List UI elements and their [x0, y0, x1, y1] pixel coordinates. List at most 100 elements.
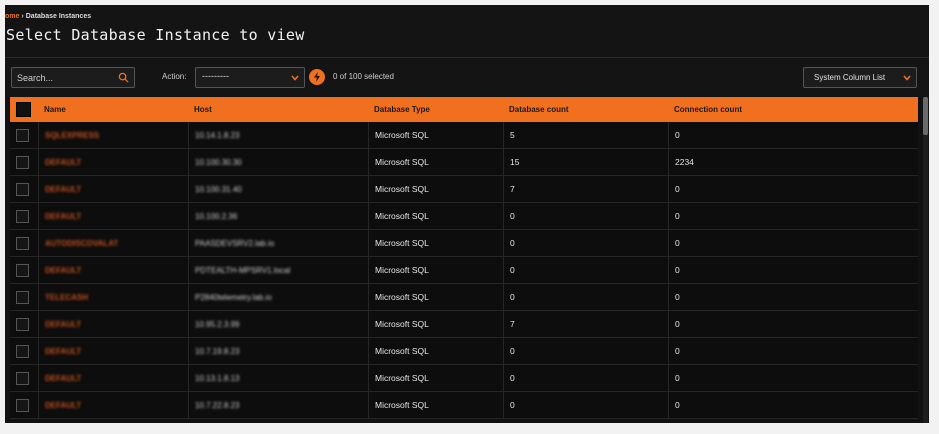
- row-checkbox[interactable]: [16, 155, 29, 169]
- cell-connection-count: 0: [668, 337, 908, 365]
- row-checkbox[interactable]: [16, 344, 29, 358]
- row-checkbox[interactable]: [16, 209, 29, 223]
- column-list-select[interactable]: System Column List: [803, 67, 917, 88]
- row-checkbox[interactable]: [16, 128, 29, 142]
- instance-host: 10.7.19.8.23: [195, 346, 240, 356]
- action-select-value: ---------: [202, 71, 229, 81]
- column-header-database-type[interactable]: Database Type: [368, 105, 503, 114]
- instance-name[interactable]: DEFAULT: [45, 347, 81, 356]
- cell-name: DEFAULT: [38, 256, 188, 284]
- instance-host: 10.7.22.8.23: [195, 400, 240, 410]
- cell-database-count: 0: [503, 391, 668, 419]
- instance-name[interactable]: DEFAULT: [45, 212, 81, 221]
- cell-name: DEFAULT: [38, 148, 188, 176]
- cell-host: PDTEALTH-MPSRV1.local: [188, 256, 368, 284]
- action-label: Action:: [162, 72, 187, 81]
- breadcrumb-separator: ›: [21, 13, 24, 20]
- cell-database-type: Microsoft SQL: [368, 283, 503, 311]
- cell-database-type: Microsoft SQL: [368, 256, 503, 284]
- cell-host: 10.7.22.8.23: [188, 391, 368, 419]
- column-header-host[interactable]: Host: [188, 105, 368, 114]
- cell-connection-count: 0: [668, 256, 908, 284]
- header-select-cell: [10, 101, 38, 119]
- column-header-database-count[interactable]: Database count: [503, 105, 668, 114]
- cell-name: SQLEXPRESS: [38, 121, 188, 149]
- cell-database-type: Microsoft SQL: [368, 391, 503, 419]
- table-row[interactable]: TELECASH P2840telemetry.lab.io Microsoft S…: [10, 283, 918, 311]
- cell-database-count: 0: [503, 364, 668, 392]
- row-select-cell: [10, 284, 38, 311]
- table-row[interactable]: DEFAULT 10.100.2.36 Microsoft SQL 0 0: [10, 202, 918, 230]
- row-select-cell: [10, 230, 38, 257]
- row-select-cell: [10, 257, 38, 284]
- cell-name: DEFAULT: [38, 175, 188, 203]
- cell-host: 10.14.1.8.23: [188, 121, 368, 149]
- cell-database-count: 0: [503, 202, 668, 230]
- row-checkbox[interactable]: [16, 398, 29, 412]
- cell-host: 10.7.19.8.23: [188, 337, 368, 365]
- instance-name[interactable]: DEFAULT: [45, 185, 81, 194]
- table-scrollbar[interactable]: [923, 97, 928, 423]
- instance-host: 10.95.2.3.99: [195, 319, 240, 329]
- row-checkbox[interactable]: [16, 290, 29, 304]
- table-row[interactable]: DEFAULT 10.100.31.40 Microsoft SQL 7 0: [10, 175, 918, 203]
- table-row[interactable]: DEFAULT 10.7.19.8.23 Microsoft SQL 0 0: [10, 337, 918, 365]
- row-checkbox[interactable]: [16, 263, 29, 277]
- breadcrumb-current: Database Instances: [25, 13, 92, 20]
- column-header-connection-count[interactable]: Connection count: [668, 105, 908, 114]
- table-header: Name Host Database Type Database count C…: [10, 97, 918, 122]
- instance-name[interactable]: DEFAULT: [45, 266, 81, 275]
- column-header-name[interactable]: Name: [38, 105, 188, 114]
- table-row[interactable]: AUTODISCOVALAT PAASDEVSRV2.lab.io Microsof…: [10, 229, 918, 257]
- row-checkbox[interactable]: [16, 371, 29, 385]
- row-checkbox[interactable]: [16, 317, 29, 331]
- instance-host: P2840telemetry.lab.io: [195, 292, 272, 302]
- instance-name[interactable]: DEFAULT: [45, 401, 81, 410]
- instances-table: Name Host Database Type Database count C…: [10, 97, 918, 419]
- table-row[interactable]: SQLEXPRESS 10.14.1.8.23 Microsoft SQL 5 0: [10, 121, 918, 149]
- search-input[interactable]: [12, 68, 112, 88]
- toolbar: Action: --------- 0 of 100 selected Syst…: [5, 57, 929, 97]
- cell-connection-count: 0: [668, 391, 908, 419]
- table-row[interactable]: DEFAULT 10.95.2.3.99 Microsoft SQL 7 0: [10, 310, 918, 338]
- instance-name[interactable]: DEFAULT: [45, 158, 81, 167]
- row-checkbox[interactable]: [16, 182, 29, 196]
- breadcrumb-home-link[interactable]: ome: [5, 13, 19, 20]
- row-select-cell: [10, 203, 38, 230]
- instance-name[interactable]: DEFAULT: [45, 320, 81, 329]
- cell-connection-count: 0: [668, 175, 908, 203]
- row-select-cell: [10, 122, 38, 149]
- cell-database-count: 15: [503, 148, 668, 176]
- cell-name: DEFAULT: [38, 202, 188, 230]
- cell-database-count: 0: [503, 337, 668, 365]
- cell-host: 10.13.1.8.13: [188, 364, 368, 392]
- cell-database-count: 7: [503, 175, 668, 203]
- instance-name[interactable]: SQLEXPRESS: [45, 131, 99, 140]
- cell-connection-count: 0: [668, 283, 908, 311]
- instance-name[interactable]: TELECASH: [45, 293, 88, 302]
- action-select[interactable]: ---------: [195, 67, 305, 88]
- instance-name[interactable]: DEFAULT: [45, 374, 81, 383]
- instance-name[interactable]: AUTODISCOVALAT: [45, 239, 118, 248]
- instance-host: 10.14.1.8.23: [195, 130, 240, 140]
- cell-database-count: 5: [503, 121, 668, 149]
- cell-database-type: Microsoft SQL: [368, 229, 503, 257]
- instance-host: 10.100.31.40: [195, 184, 242, 194]
- table-row[interactable]: DEFAULT 10.100.30.30 Microsoft SQL 15 2234: [10, 148, 918, 176]
- search-icon[interactable]: [118, 72, 129, 83]
- cell-host: P2840telemetry.lab.io: [188, 283, 368, 311]
- cell-name: DEFAULT: [38, 391, 188, 419]
- cell-host: 10.100.2.36: [188, 202, 368, 230]
- row-checkbox[interactable]: [16, 236, 29, 250]
- cell-database-count: 7: [503, 310, 668, 338]
- table-row[interactable]: DEFAULT 10.13.1.8.13 Microsoft SQL 0 0: [10, 364, 918, 392]
- select-all-checkbox[interactable]: [16, 101, 31, 117]
- table-row[interactable]: DEFAULT 10.7.22.8.23 Microsoft SQL 0 0: [10, 391, 918, 419]
- table-scrollbar-thumb[interactable]: [923, 97, 928, 135]
- cell-database-count: 0: [503, 256, 668, 284]
- run-action-button[interactable]: [309, 69, 325, 85]
- cell-name: DEFAULT: [38, 364, 188, 392]
- table-row[interactable]: DEFAULT PDTEALTH-MPSRV1.local Microsoft SQ…: [10, 256, 918, 284]
- instance-host: 10.100.2.36: [195, 211, 238, 221]
- cell-connection-count: 0: [668, 364, 908, 392]
